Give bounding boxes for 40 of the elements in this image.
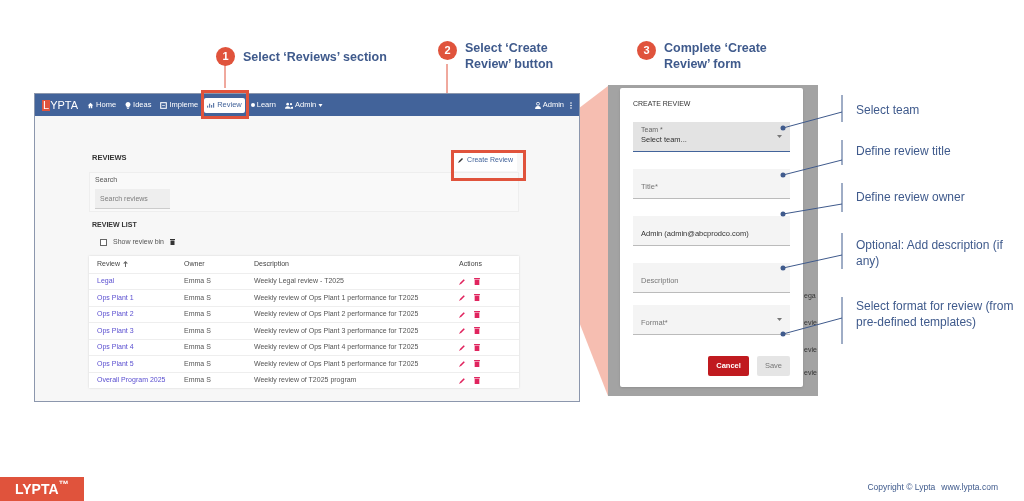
logo-text: YPTA <box>50 99 79 111</box>
step-number-badge: 2 <box>438 41 457 60</box>
lightbulb-icon <box>125 101 132 109</box>
annotation-text: Define review title <box>856 143 952 159</box>
board-icon <box>160 101 168 109</box>
step-number-badge: 1 <box>216 47 235 66</box>
home-icon <box>87 101 95 109</box>
step-caption: Select ‘Create Review’ button <box>465 40 555 72</box>
step-caption: Select ‘Reviews’ section <box>243 49 388 65</box>
trash-icon[interactable] <box>474 343 480 351</box>
trash-icon[interactable] <box>474 376 480 384</box>
caret-icon <box>318 103 324 107</box>
logo-mark: L <box>42 99 51 111</box>
people-icon <box>284 101 293 109</box>
dot-icon <box>250 103 255 107</box>
edit-pencil-icon[interactable] <box>459 277 466 285</box>
annotation-text: Select format for review (from pre-defined templates) <box>856 298 1015 330</box>
pencil-icon <box>458 157 465 164</box>
trash-icon <box>169 239 175 246</box>
annotation-text: Optional: Add description (if any) <box>856 237 1004 269</box>
dropdown-caret-icon <box>777 134 782 138</box>
leader-line <box>224 63 226 89</box>
sort-arrow-icon <box>122 261 128 267</box>
dropdown-caret-icon <box>777 317 782 321</box>
trash-icon[interactable] <box>474 360 480 368</box>
annotation-text: Select team <box>856 102 921 118</box>
step-caption: Complete ‘Create Review’ form <box>664 40 768 72</box>
website-link[interactable]: www.lypta.com <box>941 481 998 494</box>
user-icon <box>534 101 541 109</box>
chart-icon <box>207 102 216 108</box>
copyright-text: Copyright © Lypta <box>867 481 936 494</box>
step-number-badge: 3 <box>637 41 656 60</box>
footer-logo: LYPTA$^{™}$ <box>0 477 84 501</box>
highlight-frame <box>201 90 249 119</box>
trash-icon[interactable] <box>474 294 480 302</box>
annotation-text: Define review owner <box>856 189 966 205</box>
checkbox[interactable] <box>100 238 107 246</box>
trash-icon[interactable] <box>474 277 480 285</box>
trash-icon[interactable] <box>474 310 480 318</box>
trash-icon[interactable] <box>474 327 480 335</box>
